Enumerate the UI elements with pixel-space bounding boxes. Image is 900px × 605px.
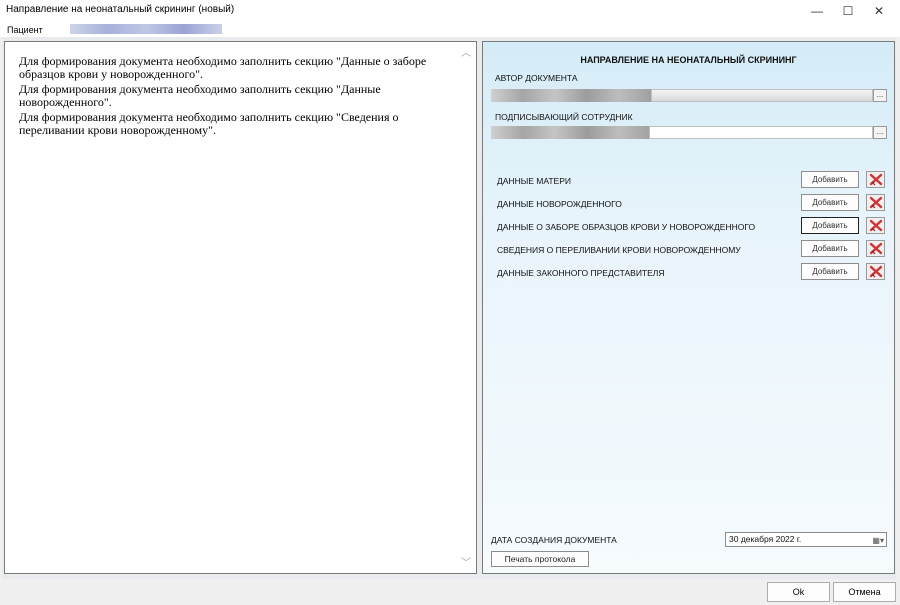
author-name-redacted (491, 89, 651, 102)
add-mother-button[interactable]: Добавить (801, 171, 859, 188)
messages-panel: Для формирования документа необходимо за… (4, 41, 477, 574)
signer-label: ПОДПИСЫВАЮЩИЙ СОТРУДНИК (495, 112, 633, 122)
message-item: Для формирования документа необходимо за… (19, 82, 381, 109)
cancel-button[interactable]: Отмена (833, 582, 896, 602)
form-panel: НАПРАВЛЕНИЕ НА НЕОНАТАЛЬНЫЙ СКРИНИНГ АВТ… (482, 41, 895, 574)
message-item: Для формирования документа необходимо за… (19, 54, 427, 81)
section-transfusion-label: СВЕДЕНИЯ О ПЕРЕЛИВАНИИ КРОВИ НОВОРОЖДЕНН… (497, 245, 741, 255)
delete-blood-sample-button[interactable] (866, 217, 885, 234)
patient-name-redacted (70, 24, 222, 34)
signer-field[interactable] (649, 126, 873, 139)
add-newborn-button[interactable]: Добавить (801, 194, 859, 211)
section-mother-label: ДАННЫЕ МАТЕРИ (497, 176, 571, 186)
add-guardian-button[interactable]: Добавить (801, 263, 859, 280)
message-item: Для формирования документа необходимо за… (19, 110, 399, 137)
scroll-down-icon[interactable]: ﹀ (461, 554, 471, 569)
delete-mother-button[interactable] (866, 171, 885, 188)
delete-icon (869, 196, 882, 209)
form-title: НАПРАВЛЕНИЕ НА НЕОНАТАЛЬНЫЙ СКРИНИНГ (580, 55, 797, 65)
delete-icon (869, 242, 882, 255)
delete-icon (869, 265, 882, 278)
messages-scrollbar[interactable]: ︿ ﹀ (458, 42, 476, 573)
patient-bar: Пациент (0, 22, 900, 37)
signer-name-redacted (491, 126, 651, 139)
messages-list: Для формирования документа необходимо за… (19, 55, 459, 139)
window-title: Направление на неонатальный скрининг (но… (6, 4, 235, 15)
delete-guardian-button[interactable] (866, 263, 885, 280)
author-select-button[interactable]: ... (873, 89, 887, 102)
delete-icon (869, 173, 882, 186)
date-value: 30 декабря 2022 г. (729, 534, 802, 544)
add-transfusion-button[interactable]: Добавить (801, 240, 859, 257)
section-guardian-label: ДАННЫЕ ЗАКОННОГО ПРЕДСТАВИТЕЛЯ (497, 268, 665, 278)
maximize-icon[interactable]: ☐ (833, 0, 863, 22)
patient-label: Пациент (7, 25, 43, 35)
calendar-dropdown-icon[interactable]: ▦▾ (872, 534, 884, 547)
delete-newborn-button[interactable] (866, 194, 885, 211)
delete-icon (869, 219, 882, 232)
author-field[interactable] (651, 89, 873, 102)
delete-transfusion-button[interactable] (866, 240, 885, 257)
add-blood-sample-button[interactable]: Добавить (801, 217, 859, 234)
date-picker[interactable]: 30 декабря 2022 г. ▦▾ (725, 532, 887, 547)
close-icon[interactable]: ✕ (864, 0, 894, 22)
ok-button[interactable]: Ok (767, 582, 830, 602)
signer-select-button[interactable]: ... (873, 126, 887, 139)
scroll-up-icon[interactable]: ︿ (461, 44, 471, 59)
print-protocol-button[interactable]: Печать протокола (491, 551, 589, 567)
section-newborn-label: ДАННЫЕ НОВОРОЖДЕННОГО (497, 199, 622, 209)
title-bar: Направление на неонатальный скрининг (но… (0, 0, 900, 22)
section-blood-sample-label: ДАННЫЕ О ЗАБОРЕ ОБРАЗЦОВ КРОВИ У НОВОРОЖ… (497, 222, 756, 232)
date-label: ДАТА СОЗДАНИЯ ДОКУМЕНТА (491, 535, 617, 545)
author-label: АВТОР ДОКУМЕНТА (495, 73, 578, 83)
minimize-icon[interactable]: — (802, 0, 832, 22)
